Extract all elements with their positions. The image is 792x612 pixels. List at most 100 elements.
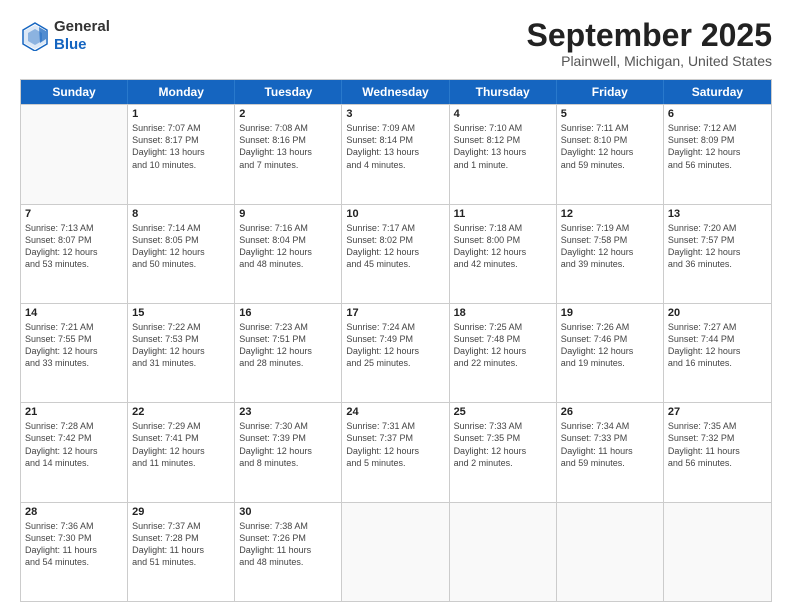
day-info: Sunrise: 7:23 AM Sunset: 7:51 PM Dayligh… [239, 321, 337, 370]
weekday-header-friday: Friday [557, 80, 664, 104]
day-info: Sunrise: 7:37 AM Sunset: 7:28 PM Dayligh… [132, 520, 230, 569]
day-cell-5: 5 Sunrise: 7:11 AM Sunset: 8:10 PM Daylig… [557, 105, 664, 203]
day-cell-20: 20 Sunrise: 7:27 AM Sunset: 7:44 PM Dayli… [664, 304, 771, 402]
day-number: 14 [25, 307, 123, 319]
day-info: Sunrise: 7:38 AM Sunset: 7:26 PM Dayligh… [239, 520, 337, 569]
day-number: 19 [561, 307, 659, 319]
day-cell-13: 13 Sunrise: 7:20 AM Sunset: 7:57 PM Dayli… [664, 205, 771, 303]
day-cell-16: 16 Sunrise: 7:23 AM Sunset: 7:51 PM Dayli… [235, 304, 342, 402]
day-cell-21: 21 Sunrise: 7:28 AM Sunset: 7:42 PM Dayli… [21, 403, 128, 501]
day-info: Sunrise: 7:13 AM Sunset: 8:07 PM Dayligh… [25, 222, 123, 271]
day-cell-25: 25 Sunrise: 7:33 AM Sunset: 7:35 PM Dayli… [450, 403, 557, 501]
day-cell-12: 12 Sunrise: 7:19 AM Sunset: 7:58 PM Dayli… [557, 205, 664, 303]
day-info: Sunrise: 7:24 AM Sunset: 7:49 PM Dayligh… [346, 321, 444, 370]
week-row-2: 7 Sunrise: 7:13 AM Sunset: 8:07 PM Daylig… [21, 204, 771, 303]
day-info: Sunrise: 7:11 AM Sunset: 8:10 PM Dayligh… [561, 122, 659, 171]
day-number: 10 [346, 208, 444, 220]
day-info: Sunrise: 7:27 AM Sunset: 7:44 PM Dayligh… [668, 321, 767, 370]
day-info: Sunrise: 7:29 AM Sunset: 7:41 PM Dayligh… [132, 420, 230, 469]
day-cell-empty [342, 503, 449, 601]
header: General Blue September 2025 Plainwell, M… [20, 18, 772, 69]
day-number: 4 [454, 108, 552, 120]
day-info: Sunrise: 7:14 AM Sunset: 8:05 PM Dayligh… [132, 222, 230, 271]
day-cell-empty [21, 105, 128, 203]
day-cell-2: 2Sunrise: 7:08 AM Sunset: 8:16 PM Daylig… [235, 105, 342, 203]
week-row-3: 14Sunrise: 7:21 AM Sunset: 7:55 PM Dayli… [21, 303, 771, 402]
day-number: 23 [239, 406, 337, 418]
day-number: 24 [346, 406, 444, 418]
day-info: Sunrise: 7:07 AM Sunset: 8:17 PM Dayligh… [132, 122, 230, 171]
calendar: SundayMondayTuesdayWednesdayThursdayFrid… [20, 79, 772, 602]
day-cell-24: 24 Sunrise: 7:31 AM Sunset: 7:37 PM Dayli… [342, 403, 449, 501]
day-cell-10: 10 Sunrise: 7:17 AM Sunset: 8:02 PM Dayli… [342, 205, 449, 303]
week-row-1: 1 Sunrise: 7:07 AM Sunset: 8:17 PM Daylig… [21, 104, 771, 203]
day-number: 15 [132, 307, 230, 319]
day-info: Sunrise: 7:26 AM Sunset: 7:46 PM Dayligh… [561, 321, 659, 370]
day-number: 6 [668, 108, 767, 120]
day-cell-6: 6 Sunrise: 7:12 AM Sunset: 8:09 PM Daylig… [664, 105, 771, 203]
day-info: Sunrise: 7:31 AM Sunset: 7:37 PM Dayligh… [346, 420, 444, 469]
day-cell-1: 1 Sunrise: 7:07 AM Sunset: 8:17 PM Daylig… [128, 105, 235, 203]
weekday-header-thursday: Thursday [450, 80, 557, 104]
day-cell-19: 19 Sunrise: 7:26 AM Sunset: 7:46 PM Dayli… [557, 304, 664, 402]
day-number: 13 [668, 208, 767, 220]
day-cell-17: 17 Sunrise: 7:24 AM Sunset: 7:49 PM Dayli… [342, 304, 449, 402]
day-cell-empty [557, 503, 664, 601]
day-info: Sunrise: 7:16 AM Sunset: 8:04 PM Dayligh… [239, 222, 337, 271]
day-cell-8: 8 Sunrise: 7:14 AM Sunset: 8:05 PM Daylig… [128, 205, 235, 303]
day-number: 8 [132, 208, 230, 220]
day-cell-28: 28Sunrise: 7:36 AM Sunset: 7:30 PM Dayli… [21, 503, 128, 601]
day-cell-3: 3Sunrise: 7:09 AM Sunset: 8:14 PM Daylig… [342, 105, 449, 203]
day-number: 5 [561, 108, 659, 120]
day-cell-empty [450, 503, 557, 601]
day-number: 18 [454, 307, 552, 319]
day-info: Sunrise: 7:08 AM Sunset: 8:16 PM Dayligh… [239, 122, 337, 171]
day-info: Sunrise: 7:25 AM Sunset: 7:48 PM Dayligh… [454, 321, 552, 370]
day-number: 21 [25, 406, 123, 418]
day-info: Sunrise: 7:34 AM Sunset: 7:33 PM Dayligh… [561, 420, 659, 469]
day-number: 22 [132, 406, 230, 418]
day-number: 3 [346, 108, 444, 120]
day-cell-4: 4Sunrise: 7:10 AM Sunset: 8:12 PM Daylig… [450, 105, 557, 203]
logo-general: General [54, 18, 110, 36]
day-number: 17 [346, 307, 444, 319]
day-number: 25 [454, 406, 552, 418]
day-cell-11: 11Sunrise: 7:18 AM Sunset: 8:00 PM Dayli… [450, 205, 557, 303]
day-info: Sunrise: 7:17 AM Sunset: 8:02 PM Dayligh… [346, 222, 444, 271]
day-number: 11 [454, 208, 552, 220]
day-info: Sunrise: 7:35 AM Sunset: 7:32 PM Dayligh… [668, 420, 767, 469]
calendar-header: SundayMondayTuesdayWednesdayThursdayFrid… [21, 80, 771, 104]
day-cell-empty [664, 503, 771, 601]
day-cell-14: 14Sunrise: 7:21 AM Sunset: 7:55 PM Dayli… [21, 304, 128, 402]
day-cell-18: 18 Sunrise: 7:25 AM Sunset: 7:48 PM Dayli… [450, 304, 557, 402]
day-number: 20 [668, 307, 767, 319]
day-cell-26: 26Sunrise: 7:34 AM Sunset: 7:33 PM Dayli… [557, 403, 664, 501]
weekday-header-sunday: Sunday [21, 80, 128, 104]
day-number: 27 [668, 406, 767, 418]
day-number: 30 [239, 506, 337, 518]
day-number: 12 [561, 208, 659, 220]
day-cell-30: 30 Sunrise: 7:38 AM Sunset: 7:26 PM Dayli… [235, 503, 342, 601]
weekday-header-saturday: Saturday [664, 80, 771, 104]
day-info: Sunrise: 7:19 AM Sunset: 7:58 PM Dayligh… [561, 222, 659, 271]
weekday-header-monday: Monday [128, 80, 235, 104]
day-cell-15: 15Sunrise: 7:22 AM Sunset: 7:53 PM Dayli… [128, 304, 235, 402]
day-number: 29 [132, 506, 230, 518]
title-block: September 2025 Plainwell, Michigan, Unit… [527, 18, 772, 69]
day-number: 1 [132, 108, 230, 120]
day-number: 9 [239, 208, 337, 220]
week-row-5: 28Sunrise: 7:36 AM Sunset: 7:30 PM Dayli… [21, 502, 771, 601]
day-number: 16 [239, 307, 337, 319]
day-info: Sunrise: 7:28 AM Sunset: 7:42 PM Dayligh… [25, 420, 123, 469]
page: General Blue September 2025 Plainwell, M… [0, 0, 792, 612]
day-info: Sunrise: 7:33 AM Sunset: 7:35 PM Dayligh… [454, 420, 552, 469]
logo-blue: Blue [54, 36, 110, 54]
day-info: Sunrise: 7:20 AM Sunset: 7:57 PM Dayligh… [668, 222, 767, 271]
week-row-4: 21 Sunrise: 7:28 AM Sunset: 7:42 PM Dayli… [21, 402, 771, 501]
day-cell-23: 23Sunrise: 7:30 AM Sunset: 7:39 PM Dayli… [235, 403, 342, 501]
day-info: Sunrise: 7:12 AM Sunset: 8:09 PM Dayligh… [668, 122, 767, 171]
day-number: 7 [25, 208, 123, 220]
day-cell-27: 27 Sunrise: 7:35 AM Sunset: 7:32 PM Dayli… [664, 403, 771, 501]
day-cell-7: 7 Sunrise: 7:13 AM Sunset: 8:07 PM Daylig… [21, 205, 128, 303]
day-number: 28 [25, 506, 123, 518]
